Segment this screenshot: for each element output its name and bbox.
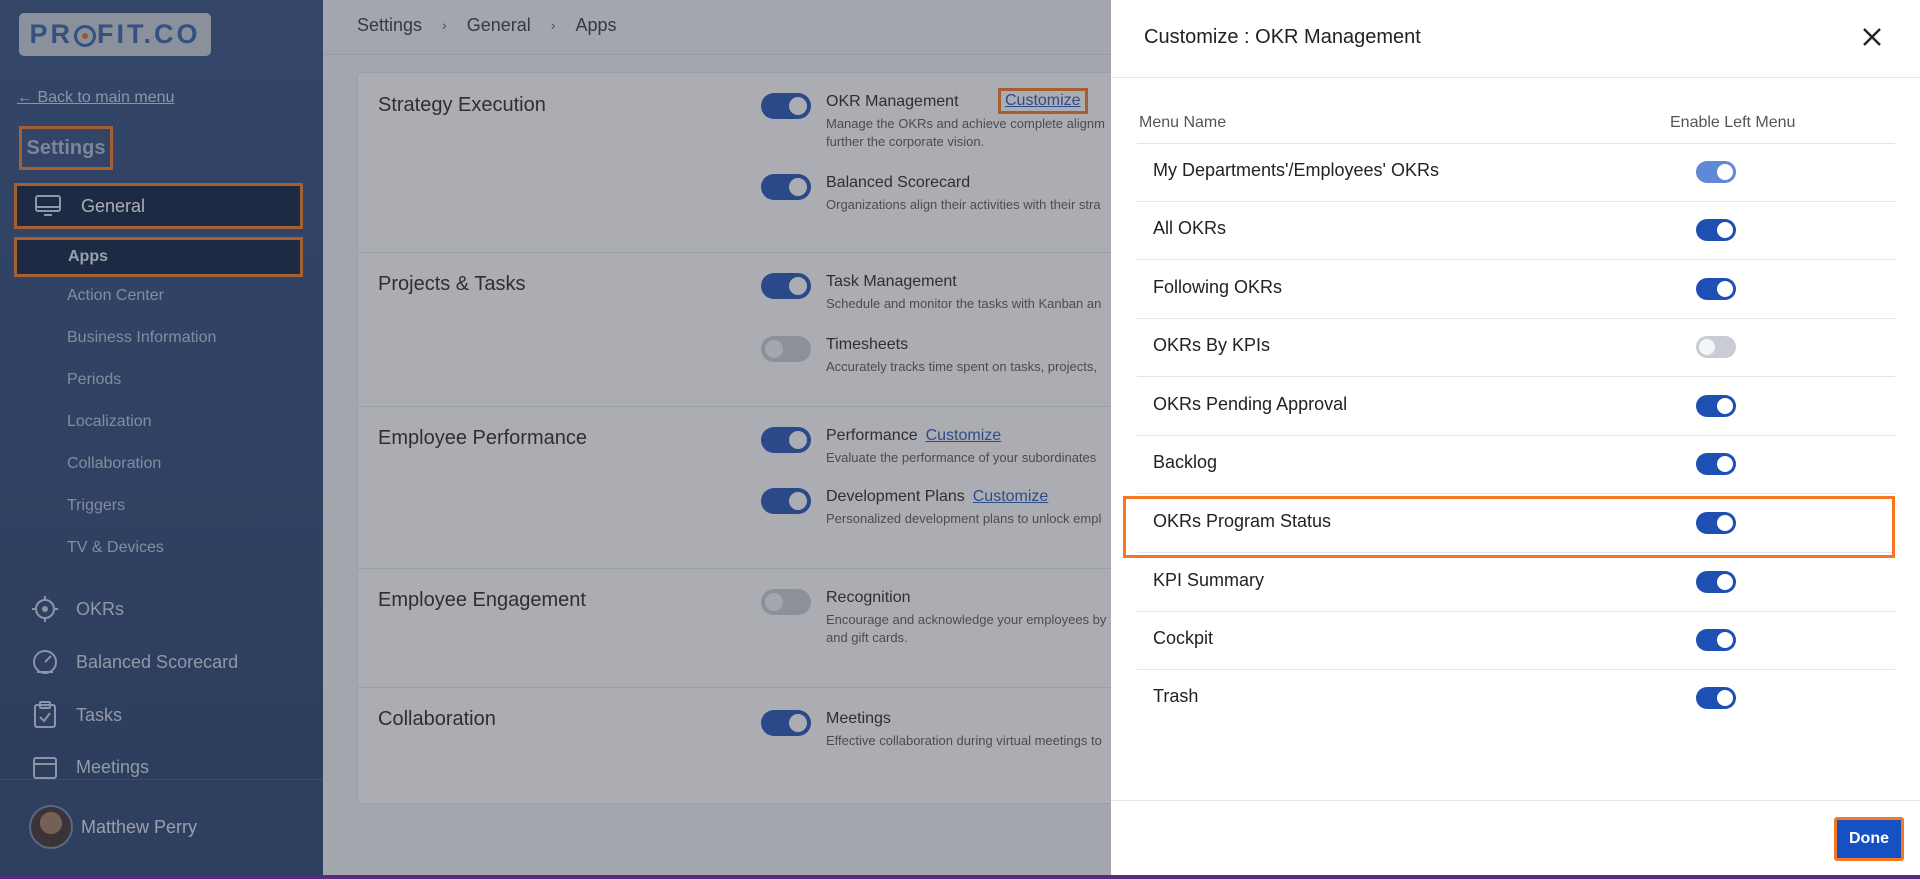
menu-toggle[interactable] <box>1696 219 1736 241</box>
menu-toggle[interactable] <box>1696 571 1736 593</box>
done-button[interactable]: Done <box>1834 817 1904 861</box>
table-row: KPI Summary <box>1137 554 1895 612</box>
menu-toggle[interactable] <box>1696 629 1736 651</box>
menu-name: OKRs Pending Approval <box>1153 394 1348 414</box>
menu-toggle[interactable] <box>1696 687 1736 709</box>
drawer-footer-divider <box>1111 800 1920 801</box>
menu-name: KPI Summary <box>1153 570 1265 590</box>
table-row: OKRs Pending Approval <box>1137 378 1895 436</box>
menu-name: Backlog <box>1153 452 1218 472</box>
customize-drawer: Customize : OKR Management Menu Name Ena… <box>1111 0 1920 875</box>
column-header-menu-name: Menu Name <box>1139 114 1227 131</box>
modal-backdrop[interactable] <box>0 0 1111 875</box>
table-row: Trash <box>1137 670 1895 728</box>
menu-name: All OKRs <box>1153 218 1227 238</box>
menu-toggle[interactable] <box>1696 336 1736 358</box>
menu-toggle[interactable] <box>1696 278 1736 300</box>
highlight-okrs-program-status <box>1123 496 1895 558</box>
menu-toggle[interactable] <box>1696 161 1736 183</box>
drawer-title: Customize : OKR Management <box>1144 26 1421 48</box>
menu-name: Following OKRs <box>1153 277 1283 297</box>
menu-name: My Departments'/Employees' OKRs <box>1153 160 1439 180</box>
menu-name: Cockpit <box>1153 628 1214 648</box>
menu-name: Trash <box>1153 686 1199 706</box>
close-icon[interactable] <box>1859 24 1885 50</box>
column-header-enable-left-menu: Enable Left Menu <box>1670 114 1796 131</box>
menu-name: OKRs By KPIs <box>1153 335 1271 355</box>
menu-toggle[interactable] <box>1696 453 1736 475</box>
table-row: OKRs By KPIs <box>1137 319 1895 377</box>
table-row: Following OKRs <box>1137 261 1895 319</box>
table-row: Backlog <box>1137 436 1895 494</box>
drawer-header-divider <box>1111 77 1920 78</box>
table-row: All OKRs <box>1137 202 1895 260</box>
table-row: My Departments'/Employees' OKRs <box>1137 144 1895 202</box>
table-row: Cockpit <box>1137 612 1895 670</box>
menu-toggle[interactable] <box>1696 395 1736 417</box>
bottom-strip <box>0 875 1920 879</box>
